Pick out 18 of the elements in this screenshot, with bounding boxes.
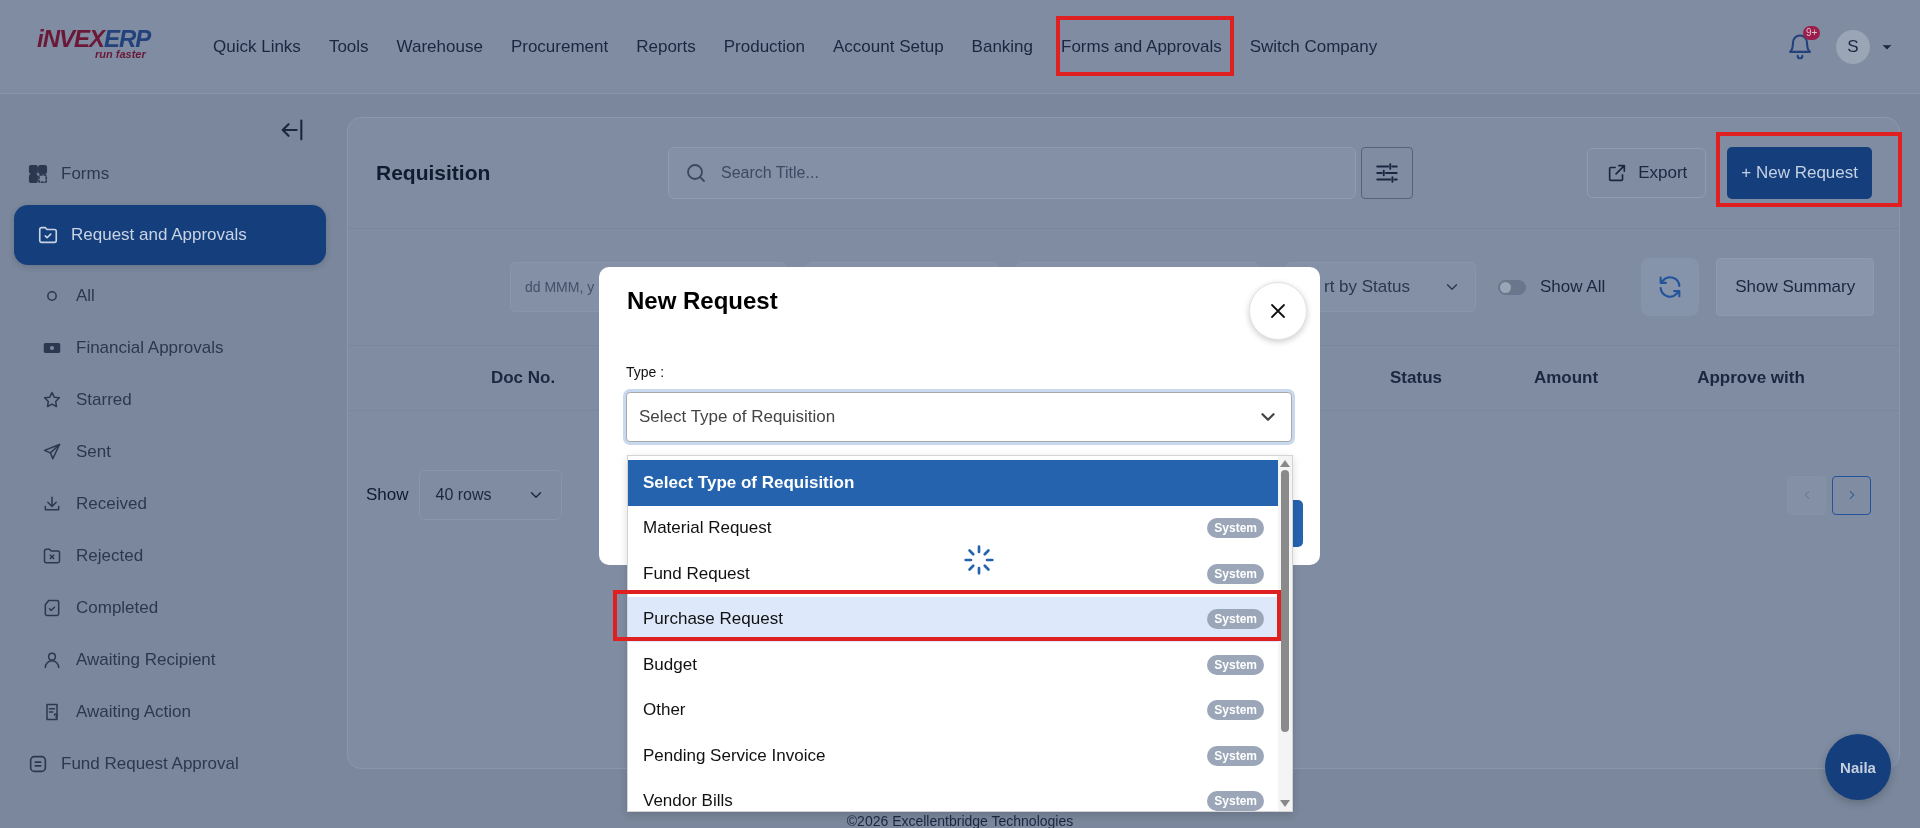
column-header: Amount [1533, 368, 1599, 387]
tag: System [1207, 609, 1264, 630]
toggle-label: Show All [1540, 277, 1606, 297]
page-title: Requisition [376, 161, 492, 185]
column-header: Approve with [1697, 368, 1805, 387]
notification-badge: 9+ [1803, 25, 1821, 40]
rows-label: Show [366, 485, 409, 505]
column-header: Status [1390, 368, 1442, 387]
column-header: Doc No. [490, 368, 556, 387]
tag: System [1207, 563, 1264, 584]
modal-title: New Request [627, 287, 778, 315]
tag: System [1207, 745, 1264, 766]
tag: System [1207, 518, 1264, 539]
tag: System [1207, 700, 1264, 721]
footer-text: ©2026 Excellentbridge Technologies [846, 814, 1074, 828]
field-label: Type : [626, 364, 665, 380]
tag: System [1207, 654, 1264, 675]
tag: System [1207, 791, 1264, 811]
